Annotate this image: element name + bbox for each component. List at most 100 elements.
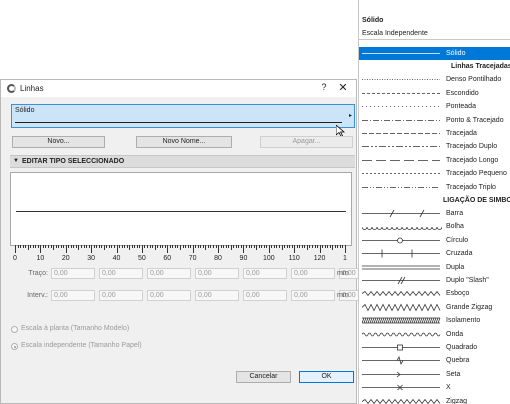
popup-line-item[interactable]: Tracejado Pequeno bbox=[359, 167, 510, 180]
title-bar: Linhas ? ✕ bbox=[1, 80, 356, 97]
popup-line-item[interactable]: Ponteada bbox=[359, 100, 510, 113]
ruler-tick bbox=[124, 245, 126, 248]
selected-line-type: Sólido bbox=[15, 107, 35, 114]
ruler-tick bbox=[258, 245, 260, 248]
ruler-tick bbox=[243, 245, 245, 253]
line-type-dropdown[interactable]: Sólido ▸ bbox=[11, 104, 355, 128]
popup-group-header: Linhas Tracejadas bbox=[451, 63, 510, 71]
popup-line-item[interactable]: Zigzag bbox=[359, 395, 510, 404]
ruler-tick bbox=[93, 245, 95, 248]
gap-field[interactable]: 0,00 bbox=[147, 290, 191, 301]
popup-line-item[interactable]: X bbox=[359, 381, 510, 394]
popup-item-label: Ponteada bbox=[446, 103, 476, 111]
scale-paper-radio[interactable] bbox=[11, 343, 18, 350]
popup-line-item[interactable]: Tracejado Longo bbox=[359, 154, 510, 167]
cancel-button[interactable]: Cancelar bbox=[236, 371, 291, 383]
ruler-tick bbox=[263, 245, 265, 248]
line-sample-icon bbox=[362, 106, 440, 108]
gap-field[interactable]: 0,00 bbox=[99, 290, 143, 301]
popup-line-item[interactable]: Barra bbox=[359, 207, 510, 220]
ruler-tick bbox=[273, 245, 275, 248]
line-sample-icon bbox=[362, 92, 440, 94]
ruler-tick bbox=[256, 245, 258, 250]
ruler-tick bbox=[345, 245, 346, 253]
popup-group-header: LIGAÇÃO DE SIMBOLOS bbox=[443, 197, 510, 204]
popup-line-item[interactable]: Cruzada bbox=[359, 247, 510, 260]
popup-line-item[interactable]: Quadrado bbox=[359, 341, 510, 354]
ruler-tick bbox=[96, 245, 98, 248]
scale-paper-label: Escala independente (Tamanho Papel) bbox=[21, 342, 142, 349]
ruler-tick bbox=[185, 245, 187, 248]
dash-field[interactable]: 0,00 bbox=[291, 268, 335, 279]
popup-title: Sólido bbox=[362, 17, 384, 24]
ok-button[interactable]: OK bbox=[299, 371, 354, 383]
popup-item-label: Grande Zigzag bbox=[446, 303, 493, 311]
gap-field[interactable]: 0,00 bbox=[195, 290, 239, 301]
ruler-tick bbox=[144, 245, 146, 248]
popup-item-label: Quebra bbox=[446, 357, 470, 365]
ruler-tick bbox=[284, 245, 286, 248]
dash-field[interactable]: 0,00 bbox=[51, 268, 95, 279]
new-button[interactable]: Novo... bbox=[12, 136, 105, 148]
dash-field[interactable]: 0,00 bbox=[147, 268, 191, 279]
gap-field[interactable]: 0,00 bbox=[291, 290, 335, 301]
popup-line-item[interactable]: Esboço bbox=[359, 287, 510, 300]
ruler-tick bbox=[152, 245, 154, 248]
dash-label: Traço: bbox=[28, 270, 48, 277]
popup-line-item[interactable]: Tracejada bbox=[359, 127, 510, 140]
popup-line-item[interactable]: Seta bbox=[359, 368, 510, 381]
ruler: 0 10 20 30 40 50 60 70 80 90 100 110 120 1 bbox=[13, 245, 350, 265]
ruler-tick bbox=[141, 245, 143, 253]
new-name-button[interactable]: Novo Nome... bbox=[136, 136, 232, 148]
ruler-label: 60 bbox=[163, 255, 172, 262]
popup-line-item[interactable]: Tracejado Triplo bbox=[359, 181, 510, 194]
ruler-tick bbox=[129, 245, 131, 250]
popup-line-item[interactable]: Grande Zigzag bbox=[359, 301, 510, 314]
ruler-tick bbox=[25, 245, 27, 248]
help-button[interactable]: ? bbox=[319, 82, 329, 92]
ruler-tick bbox=[230, 245, 232, 250]
dash-field[interactable]: 0,00 bbox=[99, 268, 143, 279]
popup-line-item[interactable]: Denso Pontilhado bbox=[359, 73, 510, 86]
ruler-tick bbox=[121, 245, 123, 248]
ruler-tick bbox=[248, 245, 250, 248]
popup-line-item[interactable]: Ponto & Tracejado bbox=[359, 114, 510, 127]
delete-button[interactable]: Apagar... bbox=[260, 136, 353, 148]
gap-field[interactable]: 0,00 bbox=[243, 290, 287, 301]
popup-header: Sólido Escala Independente bbox=[359, 0, 510, 40]
popup-line-item[interactable]: Dupla bbox=[359, 261, 510, 274]
popup-line-item[interactable]: Isolamento bbox=[359, 314, 510, 327]
line-sample-icon bbox=[362, 356, 440, 366]
gap-field[interactable]: 0,00 bbox=[51, 290, 95, 301]
popup-line-item[interactable]: Quebra bbox=[359, 354, 510, 367]
ruler-tick bbox=[246, 245, 247, 248]
popup-line-item[interactable]: Duplo "Slash" bbox=[359, 274, 510, 287]
ruler-tick bbox=[22, 245, 24, 248]
line-sample-icon bbox=[362, 384, 440, 391]
popup-line-item[interactable]: Tracejado Duplo bbox=[359, 140, 510, 153]
popup-line-item[interactable]: Bolha bbox=[359, 220, 510, 233]
ruler-tick bbox=[174, 245, 176, 248]
ruler-label: 10 bbox=[36, 255, 45, 262]
line-sample-icon bbox=[362, 133, 440, 134]
popup-item-label: Bolha bbox=[446, 223, 464, 231]
popup-line-item[interactable]: Escondido bbox=[359, 87, 510, 100]
dash-field[interactable]: 0,00 bbox=[195, 268, 239, 279]
ruler-tick bbox=[312, 245, 313, 248]
ruler-label: 100 bbox=[263, 255, 275, 262]
dash-field[interactable]: 0,00 bbox=[243, 268, 287, 279]
dialog-title: Linhas bbox=[20, 84, 44, 93]
edit-section-header[interactable]: ▼ EDITAR TIPO SELECCIONADO bbox=[10, 155, 355, 168]
popup-item-label: Quadrado bbox=[446, 344, 478, 351]
ruler-tick bbox=[55, 245, 57, 248]
ruler-tick bbox=[261, 245, 263, 248]
close-button[interactable]: ✕ bbox=[337, 81, 349, 94]
ruler-tick bbox=[268, 245, 270, 253]
scale-model-radio[interactable] bbox=[11, 326, 18, 333]
ruler-label: 90 bbox=[239, 255, 248, 262]
popup-line-item[interactable]: Onda bbox=[359, 328, 510, 341]
popup-line-item[interactable]: Sólido bbox=[359, 47, 510, 60]
popup-line-item[interactable]: Círculo bbox=[359, 234, 510, 247]
popup-item-label: Onda bbox=[446, 330, 464, 338]
preview-line bbox=[16, 211, 346, 212]
